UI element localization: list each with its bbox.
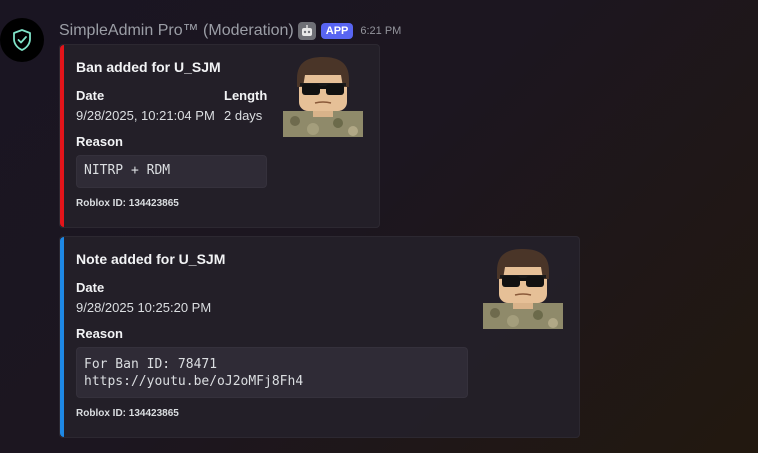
embed-footer: Roblox ID: 134423865 [76, 198, 179, 209]
embed-title: Ban added for U_SJM [76, 59, 221, 75]
codeblock-line-link[interactable]: https://youtu.be/oJ2oMFj8Fh4 [84, 373, 460, 390]
roblox-avatar-thumbnail[interactable] [483, 249, 563, 329]
message-header: SimpleAdmin Pro™ (Moderation) APP 6:21 P… [59, 20, 401, 42]
author-name[interactable]: SimpleAdmin Pro™ (Moderation) [59, 22, 294, 40]
app-badge: APP [320, 23, 354, 39]
field-length-value: 2 days [224, 108, 263, 123]
reason-codeblock[interactable]: For Ban ID: 78471 https://youtu.be/oJ2oMF… [76, 347, 468, 398]
embed-title: Note added for U_SJM [76, 251, 226, 267]
embed-footer: Roblox ID: 134423865 [76, 408, 179, 419]
codeblock-line: For Ban ID: 78471 [84, 357, 218, 372]
shield-check-icon [13, 29, 31, 51]
robot-icon [297, 22, 316, 40]
embed-accent-bar [60, 237, 64, 437]
reason-codeblock[interactable]: NITRP + RDM [76, 155, 267, 188]
field-reason-label: Reason [76, 326, 123, 341]
embed-accent-bar [60, 45, 64, 227]
ban-embed: Ban added for U_SJM Date 9/28/2025, 10:2… [59, 44, 380, 228]
note-embed: Note added for U_SJM Date 9/28/2025 10:2… [59, 236, 580, 438]
field-reason-label: Reason [76, 134, 123, 149]
field-date-label: Date [76, 88, 105, 103]
field-length-label: Length [224, 88, 268, 103]
bot-message: SimpleAdmin Pro™ (Moderation) APP 6:21 P… [0, 0, 758, 453]
roblox-avatar-thumbnail[interactable] [283, 57, 363, 137]
field-date-label: Date [76, 280, 105, 295]
message-timestamp[interactable]: 6:21 PM [360, 25, 401, 37]
bot-avatar[interactable] [0, 18, 44, 62]
field-date-value: 9/28/2025 10:25:20 PM [76, 300, 212, 315]
field-date-value: 9/28/2025, 10:21:04 PM [76, 108, 215, 123]
